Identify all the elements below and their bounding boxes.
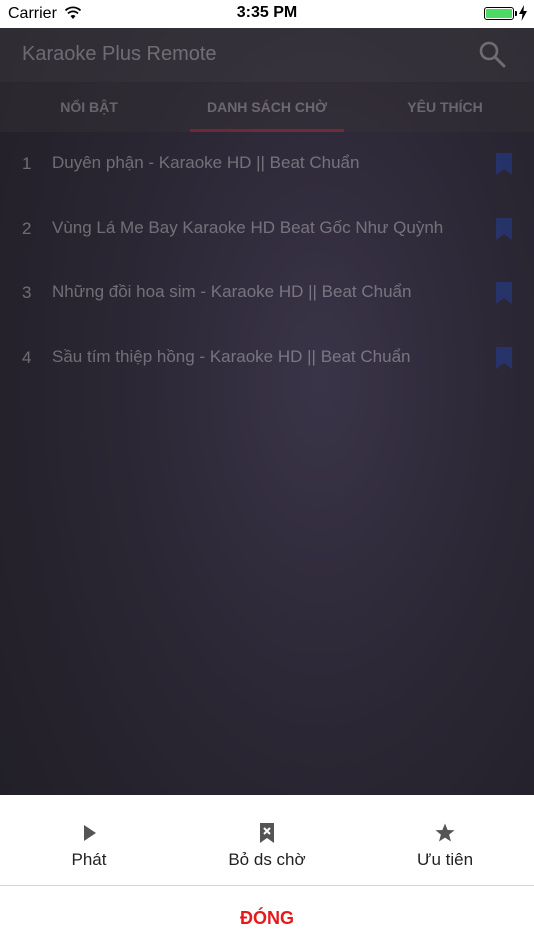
remove-from-queue-button[interactable]: Bỏ ds chờ <box>178 795 356 885</box>
bookmark-icon[interactable] <box>496 346 512 369</box>
clock: 3:35 PM <box>236 4 298 21</box>
queue-item-title: Duyên phận - Karaoke HD || Beat Chuẩn <box>52 153 360 172</box>
play-icon <box>84 825 96 841</box>
queue-item-number: 3 <box>22 283 32 302</box>
tab-yeu-thich[interactable]: YÊU THÍCH <box>356 82 534 132</box>
close-button[interactable]: ĐÓNG <box>0 886 534 950</box>
bookmark-icon[interactable] <box>496 153 512 175</box>
queue-item-title: Vùng Lá Me Bay Karaoke HD Beat Gốc Như Q… <box>52 217 444 237</box>
queue-item[interactable]: 4 Sầu tím thiệp hồng - Karaoke HD || Bea… <box>0 326 534 391</box>
queue-item-number: 2 <box>22 218 32 238</box>
queue-item-number: 4 <box>22 347 32 367</box>
bookmark-icon[interactable] <box>496 217 512 240</box>
play-button-label: Phát <box>71 850 107 869</box>
action-sheet: Phát Bỏ ds chờ Ưu tiên ĐÓNG <box>0 795 534 950</box>
priority-button[interactable]: Ưu tiên <box>356 795 534 885</box>
tab-danh-sach-cho[interactable]: DANH SÁCH CHỜ <box>178 82 356 132</box>
action-row: Phát Bỏ ds chờ Ưu tiên <box>0 795 534 885</box>
remove-from-queue-label: Bỏ ds chờ <box>228 850 306 869</box>
app-title: Karaoke Plus Remote <box>22 43 217 65</box>
tab-noi-bat[interactable]: NỔI BẬT <box>0 82 178 132</box>
star-icon <box>435 823 455 842</box>
app-screen: Carrier 3:35 PM Karaoke Plus Remote NỔI … <box>0 0 534 950</box>
queue-item[interactable]: 2 Vùng Lá Me Bay Karaoke HD Beat Gốc Như… <box>0 197 534 262</box>
battery-icon <box>484 7 517 20</box>
remove-bookmark-icon <box>260 823 274 843</box>
play-button[interactable]: Phát <box>0 795 178 885</box>
app-header: Karaoke Plus Remote <box>0 28 534 82</box>
queue-item-number: 1 <box>22 154 32 173</box>
charging-icon <box>519 5 527 21</box>
queue-item-title: Những đồi hoa sim - Karaoke HD || Beat C… <box>52 282 412 301</box>
status-bar: Carrier 3:35 PM <box>0 0 534 28</box>
queue-item[interactable]: 1 Duyên phận - Karaoke HD || Beat Chuẩn <box>0 132 534 197</box>
queue-item-title: Sầu tím thiệp hồng - Karaoke HD || Beat … <box>52 346 411 366</box>
queue-item[interactable]: 3 Những đồi hoa sim - Karaoke HD || Beat… <box>0 261 534 326</box>
queue-list: 1 Duyên phận - Karaoke HD || Beat Chuẩn … <box>0 132 534 390</box>
tab-bar: NỔI BẬT DANH SÁCH CHỜ YÊU THÍCH <box>0 82 534 132</box>
priority-button-label: Ưu tiên <box>416 850 474 869</box>
bookmark-icon[interactable] <box>496 282 512 304</box>
search-icon[interactable] <box>478 40 506 68</box>
